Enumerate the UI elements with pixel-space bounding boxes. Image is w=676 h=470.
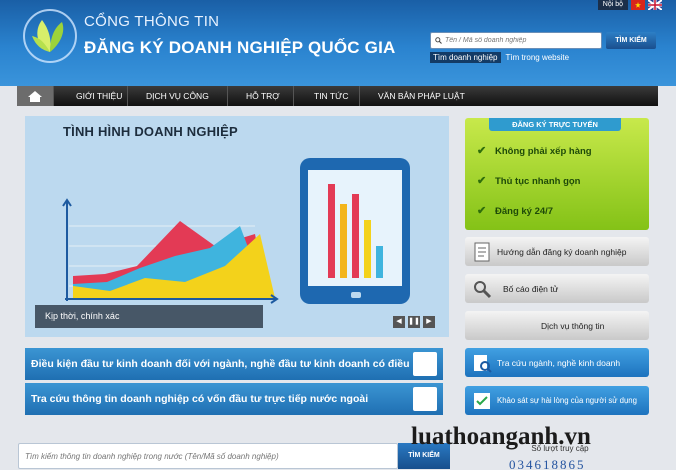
slider-controls: ◀ ❚❚ ▶ <box>393 316 435 328</box>
business-search-field[interactable] <box>18 443 398 469</box>
business-lines-lookup-button[interactable]: Tra cứu ngành, nghề kinh doanh <box>465 348 649 377</box>
side-button-label: Dịch vụ thông tin <box>541 320 605 331</box>
information-services-button[interactable]: Dịch vụ thông tin <box>465 311 649 340</box>
next-icon[interactable]: ▶ <box>423 316 435 328</box>
banner-label: Tra cứu thông tin doanh nghiệp có vốn đầ… <box>31 393 369 405</box>
site-subtitle: CỔNG THÔNG TIN <box>84 13 220 30</box>
side-button-label: Tra cứu ngành, nghề kinh doanh <box>497 357 621 368</box>
site-title[interactable]: ĐĂNG KÝ DOANH NGHIỆP QUỐC GIA <box>84 38 396 58</box>
search-document-icon <box>474 354 492 373</box>
site-header: CỔNG THÔNG TIN ĐĂNG KÝ DOANH NGHIỆP QUỐC… <box>0 0 676 86</box>
header-search-input[interactable] <box>445 37 595 44</box>
top-utility-bar: Nội bộ <box>597 0 662 10</box>
side-button-label: Hướng dẫn đăng ký doanh nghiệp <box>497 246 627 257</box>
uk-flag-icon[interactable] <box>648 0 662 10</box>
e-announcement-button[interactable]: Bố cáo điện tử <box>465 274 649 303</box>
visit-counter-value: 034618865 <box>509 457 586 470</box>
search-scope-tabs: Tìm doanh nghiệp Tìm trong website <box>430 52 572 63</box>
header-search-field[interactable] <box>430 32 602 49</box>
registration-benefit: Không phải xếp hàng <box>495 146 592 157</box>
search-document-icon <box>413 387 437 411</box>
satisfaction-survey-button[interactable]: Khảo sát sự hài lòng của người sử dụng <box>465 386 649 415</box>
nav-item-legal-docs[interactable]: VĂN BẢN PHÁP LUẬT <box>359 86 479 106</box>
main-nav: GIỚI THIỆU DỊCH VỤ CÔNG HỖ TRỢ TIN TỨC V… <box>17 86 658 106</box>
watermark: luathoanganh.vn <box>411 423 591 450</box>
side-button-label: Bố cáo điện tử <box>503 283 559 294</box>
hero-illustration <box>62 158 410 304</box>
checkmark-icon: ✔ <box>477 145 487 157</box>
vietnam-flag-icon[interactable] <box>631 0 645 10</box>
banner-foreign-investment[interactable]: Tra cứu thông tin doanh nghiệp có vốn đầ… <box>25 383 443 415</box>
checkmark-icon: ✔ <box>477 175 487 187</box>
registration-benefit: Thủ tục nhanh gọn <box>495 176 581 187</box>
nav-item-support[interactable]: HỖ TRỢ <box>227 86 293 106</box>
logo-icon[interactable] <box>22 8 78 64</box>
survey-icon <box>474 392 490 409</box>
nav-item-intro[interactable]: GIỚI THIỆU <box>53 86 127 106</box>
online-registration-box[interactable]: ĐĂNG KÝ TRỰC TUYẾN ✔ Không phải xếp hàng… <box>465 118 649 230</box>
magnifier-icon <box>474 280 492 298</box>
registration-guide-button[interactable]: Hướng dẫn đăng ký doanh nghiệp <box>465 237 649 266</box>
tab-search-website[interactable]: Tìm trong website <box>503 52 573 63</box>
hero-caption: Kịp thời, chính xác <box>35 305 263 328</box>
registration-benefit: Đăng ký 24/7 <box>495 206 554 217</box>
search-icon <box>435 37 442 44</box>
header-search-button[interactable]: TÌM KIẾM <box>606 32 656 49</box>
checklist-icon <box>413 352 437 376</box>
pause-icon[interactable]: ❚❚ <box>408 316 420 328</box>
home-icon <box>28 90 42 102</box>
document-icon <box>474 242 490 261</box>
nav-item-news[interactable]: TIN TỨC <box>293 86 359 106</box>
login-link[interactable]: Nội bộ <box>597 0 628 10</box>
nav-home[interactable] <box>17 86 53 106</box>
banner-label: Điều kiện đầu tư kinh doanh đối với ngàn… <box>31 358 434 370</box>
banner-investment-conditions[interactable]: Điều kiện đầu tư kinh doanh đối với ngàn… <box>25 348 443 380</box>
nav-item-public-services[interactable]: DỊCH VỤ CÔNG <box>127 86 227 106</box>
online-registration-title: ĐĂNG KÝ TRỰC TUYẾN <box>489 118 621 131</box>
side-button-label: Khảo sát sự hài lòng của người sử dụng <box>497 396 637 405</box>
business-search-input[interactable] <box>19 444 389 469</box>
hero-slider[interactable]: TÌNH HÌNH DOANH NGHIỆP Kịp thời, chính x… <box>25 116 449 337</box>
tab-search-business[interactable]: Tìm doanh nghiệp <box>430 52 501 63</box>
prev-icon[interactable]: ◀ <box>393 316 405 328</box>
checkmark-icon: ✔ <box>477 205 487 217</box>
